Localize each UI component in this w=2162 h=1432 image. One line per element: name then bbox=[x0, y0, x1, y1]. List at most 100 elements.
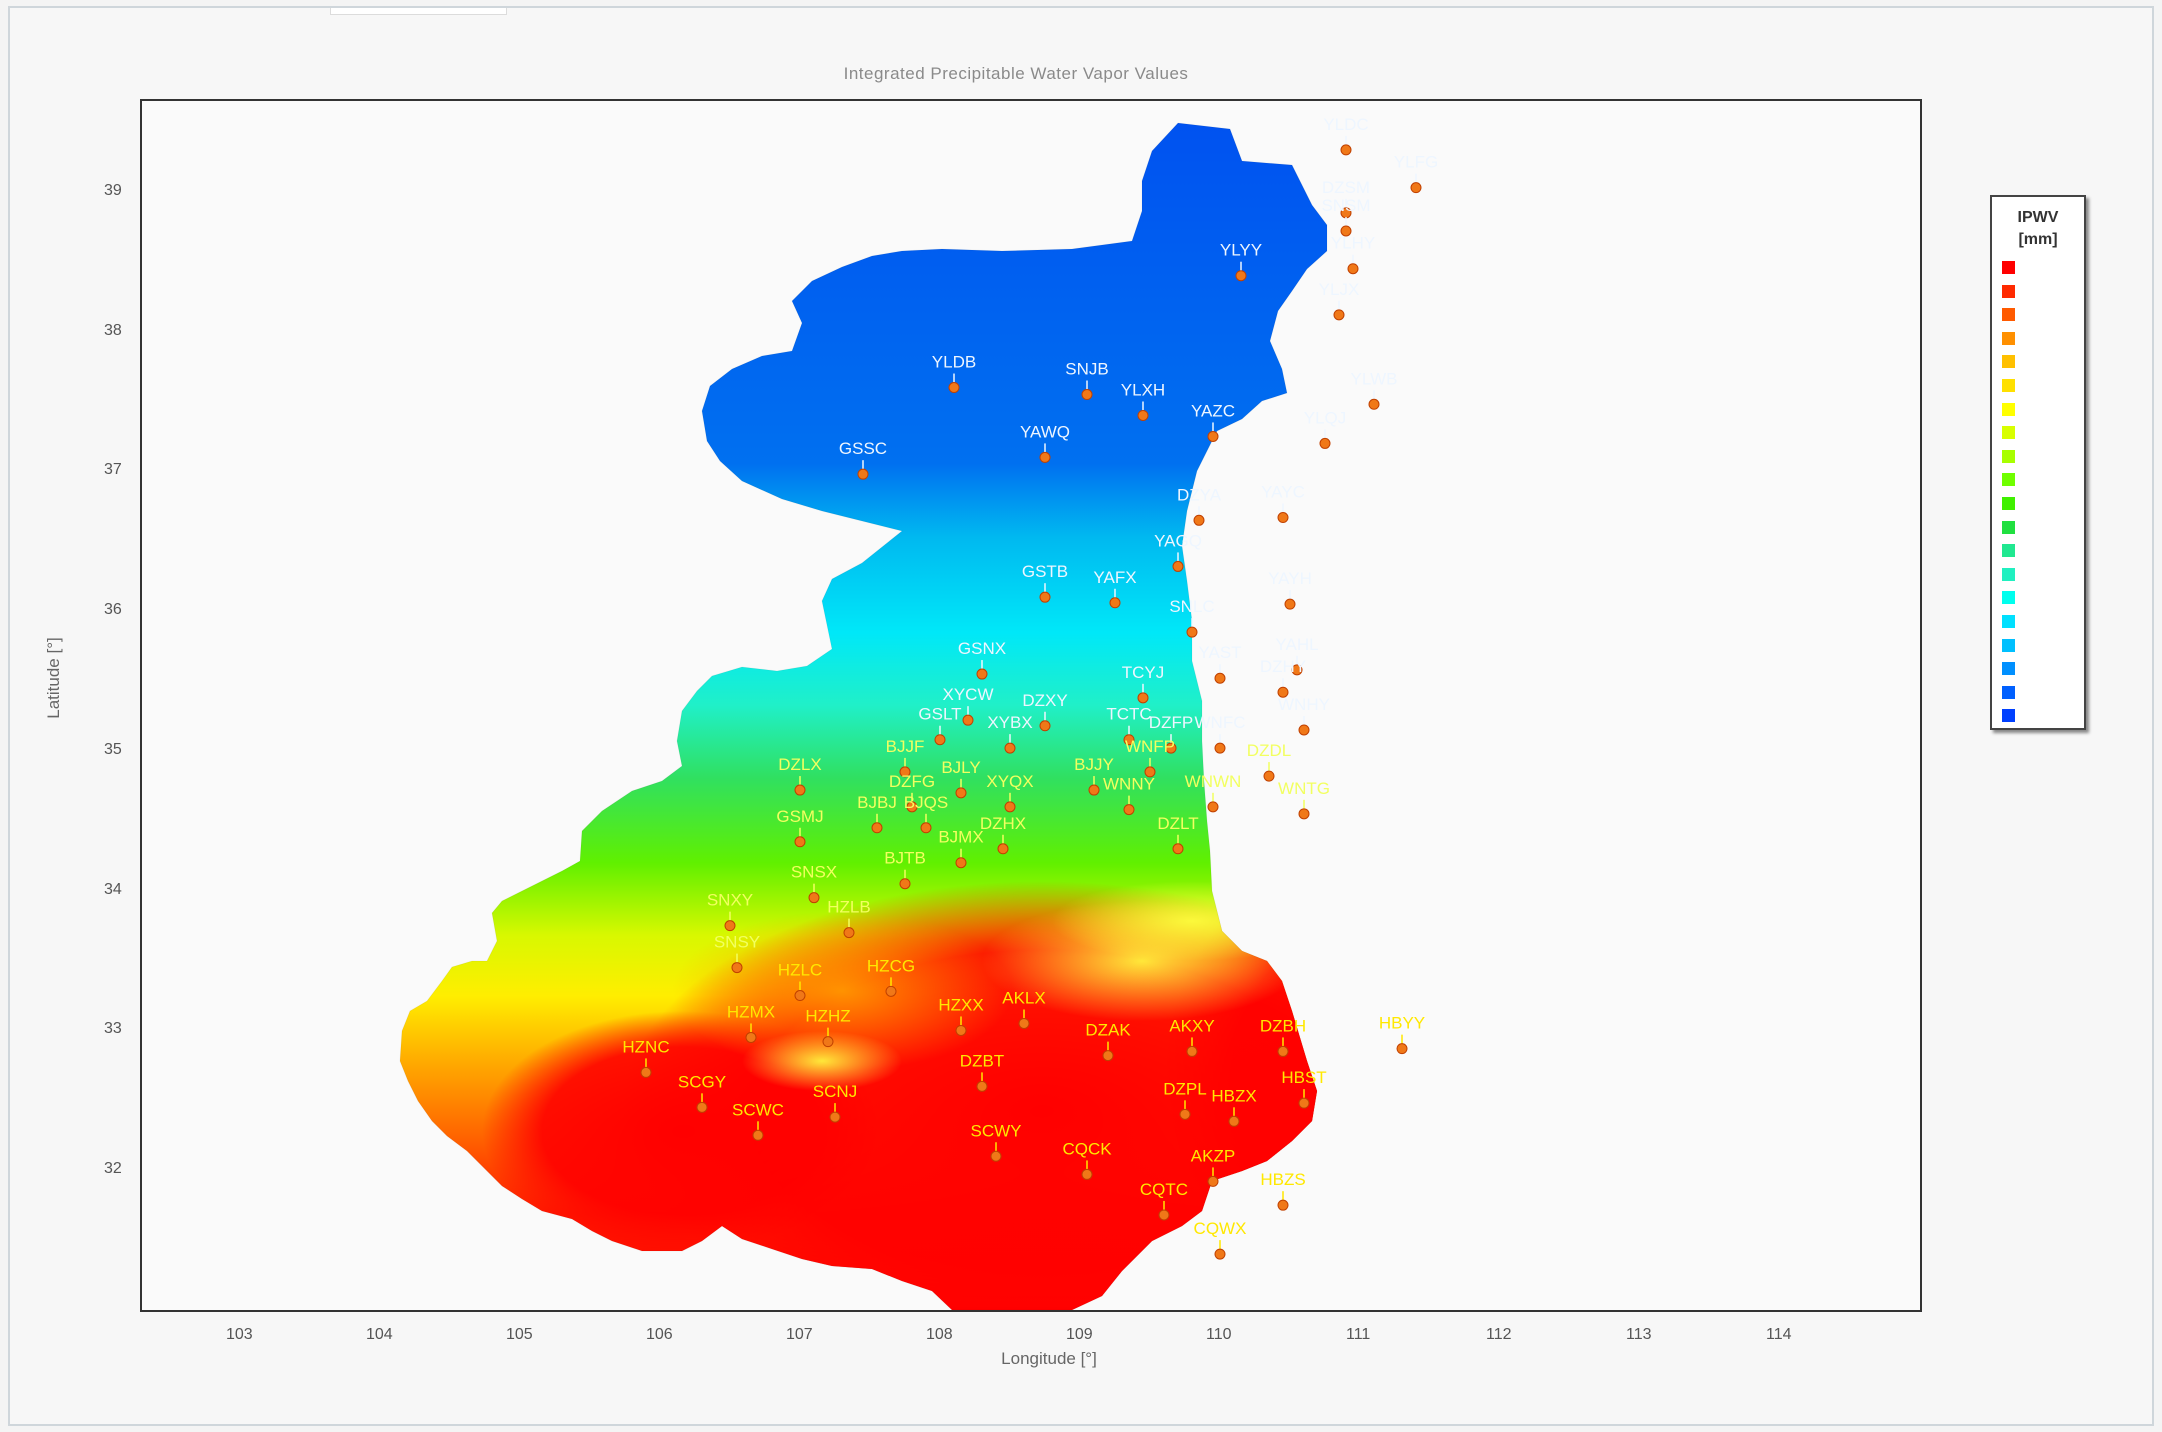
station-dot[interactable] bbox=[885, 985, 897, 997]
station-dot[interactable] bbox=[1214, 742, 1226, 754]
station-dot[interactable] bbox=[955, 787, 967, 799]
station-dot[interactable] bbox=[1004, 801, 1016, 813]
station-dot[interactable] bbox=[1340, 144, 1352, 156]
station-dot[interactable] bbox=[696, 1101, 708, 1113]
station-dot[interactable] bbox=[1039, 720, 1051, 732]
station-dot[interactable] bbox=[1228, 1115, 1240, 1127]
station-marker[interactable]: YLFG bbox=[1394, 153, 1438, 194]
station-dot[interactable] bbox=[843, 927, 855, 939]
station-dot[interactable] bbox=[976, 668, 988, 680]
station-dot[interactable] bbox=[1081, 1168, 1093, 1180]
station-marker[interactable]: YAYC bbox=[1261, 483, 1305, 524]
station-dot[interactable] bbox=[752, 1129, 764, 1141]
station-dot[interactable] bbox=[1088, 784, 1100, 796]
station-dot[interactable] bbox=[934, 734, 946, 746]
station-dot[interactable] bbox=[1263, 770, 1275, 782]
station-dot[interactable] bbox=[1277, 1045, 1289, 1057]
station-dot[interactable] bbox=[976, 1080, 988, 1092]
station-dot[interactable] bbox=[1207, 430, 1219, 442]
legend-swatch bbox=[2002, 615, 2015, 628]
station-dot[interactable] bbox=[955, 857, 967, 869]
station-dot[interactable] bbox=[1193, 514, 1205, 526]
station-dot[interactable] bbox=[1186, 626, 1198, 638]
station-dot[interactable] bbox=[1137, 409, 1149, 421]
station-dot[interactable] bbox=[1214, 672, 1226, 684]
station-dot[interactable] bbox=[1319, 437, 1331, 449]
station-dot[interactable] bbox=[948, 382, 960, 394]
station-dot[interactable] bbox=[1179, 1108, 1191, 1120]
station-dot[interactable] bbox=[1298, 724, 1310, 736]
station-marker[interactable]: CQWX bbox=[1194, 1219, 1247, 1260]
station-dot[interactable] bbox=[1123, 804, 1135, 816]
station-dot[interactable] bbox=[1214, 1248, 1226, 1260]
station-dot[interactable] bbox=[899, 878, 911, 890]
station-dot[interactable] bbox=[1018, 1017, 1030, 1029]
station-dot[interactable] bbox=[1004, 742, 1016, 754]
station-dot[interactable] bbox=[1207, 1175, 1219, 1187]
map-plot-area[interactable]: YLDC YLFG DZSM SNSM YLHY YLYY YLJX YLDB SNJB YLXH… bbox=[140, 99, 1922, 1312]
station-dot[interactable] bbox=[1158, 1209, 1170, 1221]
station-marker[interactable]: HBZS bbox=[1260, 1170, 1306, 1211]
station-dot[interactable] bbox=[1333, 309, 1345, 321]
station-dot[interactable] bbox=[990, 1150, 1002, 1162]
station-dot[interactable] bbox=[1207, 801, 1219, 813]
station-marker[interactable]: YLHY bbox=[1331, 234, 1375, 275]
station-dot[interactable] bbox=[731, 962, 743, 974]
station-dot[interactable] bbox=[857, 468, 869, 480]
station-dot[interactable] bbox=[1284, 598, 1296, 610]
station-marker[interactable]: HBYY bbox=[1379, 1014, 1425, 1055]
station-dot[interactable] bbox=[955, 1024, 967, 1036]
station-dot[interactable] bbox=[1081, 389, 1093, 401]
station-dot[interactable] bbox=[1235, 270, 1247, 282]
station-marker[interactable]: YAST bbox=[1198, 643, 1242, 684]
station-dot[interactable] bbox=[1277, 512, 1289, 524]
station-label: GSMJ bbox=[776, 807, 823, 826]
station-dot[interactable] bbox=[724, 920, 736, 932]
station-dot[interactable] bbox=[1186, 1045, 1198, 1057]
station-dot[interactable] bbox=[1347, 263, 1359, 275]
station-dot[interactable] bbox=[794, 990, 806, 1002]
station-dot[interactable] bbox=[1039, 451, 1051, 463]
station-marker[interactable]: YLQJ bbox=[1304, 408, 1347, 449]
station-dot[interactable] bbox=[1109, 597, 1121, 609]
station-dot[interactable] bbox=[640, 1066, 652, 1078]
station-dot[interactable] bbox=[1396, 1043, 1408, 1055]
station-dot[interactable] bbox=[1410, 182, 1422, 194]
station-dot[interactable] bbox=[822, 1036, 834, 1048]
station-dot[interactable] bbox=[1298, 1097, 1310, 1109]
station-label: XYBX bbox=[987, 713, 1032, 732]
station-dot[interactable] bbox=[871, 822, 883, 834]
station-dot[interactable] bbox=[920, 822, 932, 834]
station-dot[interactable] bbox=[1172, 843, 1184, 855]
station-marker[interactable]: YAYH bbox=[1268, 569, 1312, 610]
station-dot[interactable] bbox=[1172, 560, 1184, 572]
station-label: DZLX bbox=[778, 755, 821, 774]
station-dot[interactable] bbox=[1277, 1199, 1289, 1211]
station-label: GSSC bbox=[839, 439, 887, 458]
station-marker[interactable]: DZHY bbox=[1260, 657, 1306, 698]
station-dot[interactable] bbox=[1298, 808, 1310, 820]
station-dot[interactable] bbox=[829, 1111, 841, 1123]
station-dot[interactable] bbox=[794, 836, 806, 848]
x-tick-label: 106 bbox=[646, 1326, 673, 1343]
station-marker[interactable]: YLJX bbox=[1319, 280, 1360, 321]
station-label: AKXY bbox=[1169, 1016, 1214, 1035]
station-dot[interactable] bbox=[794, 784, 806, 796]
station-dot[interactable] bbox=[962, 714, 974, 726]
station-dot[interactable] bbox=[1102, 1050, 1114, 1062]
station-marker[interactable]: WNTG bbox=[1278, 779, 1330, 820]
station-dot[interactable] bbox=[1368, 398, 1380, 410]
station-dot[interactable] bbox=[808, 892, 820, 904]
station-label: GSLT bbox=[918, 705, 961, 724]
station-label: SNLC bbox=[1169, 597, 1214, 616]
legend-title-variable: IPWV bbox=[2017, 209, 2059, 226]
legend-swatch bbox=[2002, 662, 2015, 676]
station-marker[interactable]: YLWB bbox=[1351, 369, 1398, 410]
station-marker[interactable]: WNHY bbox=[1278, 695, 1330, 736]
station-marker[interactable]: YLDC bbox=[1323, 115, 1369, 156]
station-marker[interactable]: DZDL bbox=[1247, 741, 1291, 782]
station-dot[interactable] bbox=[745, 1031, 757, 1043]
station-dot[interactable] bbox=[1039, 591, 1051, 603]
station-dot[interactable] bbox=[997, 843, 1009, 855]
station-dot[interactable] bbox=[1137, 692, 1149, 704]
